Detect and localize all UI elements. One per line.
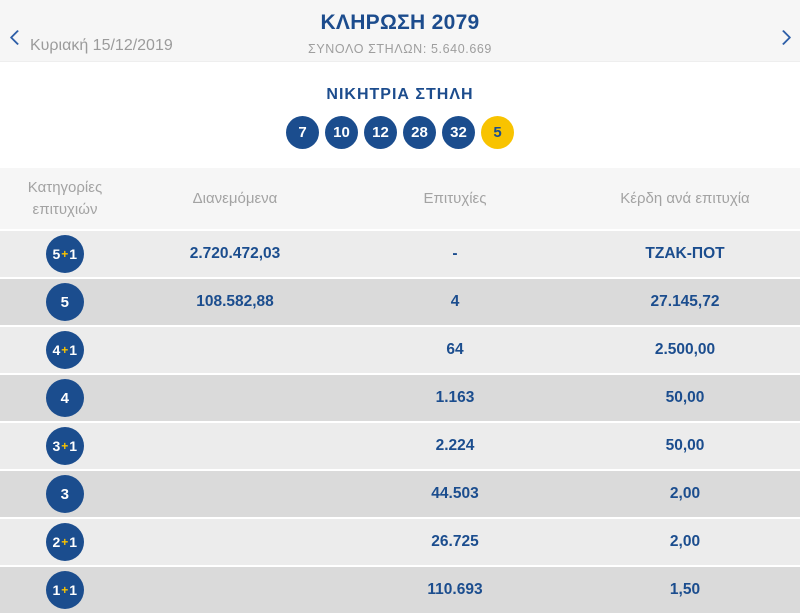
prize-cell: 2,00	[669, 485, 701, 502]
winning-joker-ball: 5	[481, 116, 514, 149]
table-row: 4 +1 64 2.500,00	[0, 327, 800, 373]
category-ball: 5 +1	[46, 235, 84, 273]
draw-title: ΚΛΗΡΩΣΗ 2079	[320, 11, 480, 34]
prize-cell: 2,00	[669, 533, 701, 550]
next-draw-button[interactable]	[770, 24, 796, 50]
category-ball: 2 +1	[46, 523, 84, 561]
category-number: 3	[52, 438, 61, 454]
category-cell: 3	[0, 475, 130, 513]
category-cell: 1 +1	[0, 571, 130, 609]
table-row: 3 +1 2.224 50,00	[0, 423, 800, 469]
winning-column-title: ΝΙΚΗΤΡΙΑ ΣΤΗΛΗ	[326, 86, 474, 103]
winners-cell: 44.503	[431, 485, 479, 502]
winning-numbers: 7 10 12 28 32 5	[0, 116, 800, 149]
plus-sign: +	[61, 439, 69, 453]
winners-cell: 1.163	[435, 389, 475, 406]
winners-cell: 2.224	[435, 437, 475, 454]
category-number: 5	[52, 246, 61, 262]
category-cell: 3 +1	[0, 427, 130, 465]
winners-cell: 64	[446, 341, 464, 358]
category-joker-number: 1	[69, 582, 78, 598]
header-category: Κατηγορίες επιτυχιών	[27, 178, 103, 218]
plus-sign: +	[61, 535, 69, 549]
plus-sign: +	[61, 583, 69, 597]
winners-cell: -	[452, 245, 458, 262]
winning-number-ball: 10	[325, 116, 358, 149]
winners-cell: 110.693	[427, 581, 483, 598]
category-ball: 4 +1	[46, 331, 84, 369]
category-joker-number: 1	[69, 246, 78, 262]
prize-cell: ΤΖΑΚ-ΠΟΤ	[645, 245, 725, 262]
prize-cell: 27.145,72	[650, 293, 720, 310]
category-ball: 3	[46, 475, 84, 513]
draw-header: Κυριακή 15/12/2019 ΚΛΗΡΩΣΗ 2079 ΣΥΝΟΛΟ Σ…	[0, 0, 800, 62]
header-prize: Κέρδη ανά επιτυχία	[620, 189, 750, 207]
winning-number-ball: 12	[364, 116, 397, 149]
results-table: Κατηγορίες επιτυχιών Διανεμόμενα Επιτυχί…	[0, 168, 800, 613]
table-row: 4 1.163 50,00	[0, 375, 800, 421]
results-table-header: Κατηγορίες επιτυχιών Διανεμόμενα Επιτυχί…	[0, 168, 800, 229]
category-number: 4	[52, 342, 61, 358]
category-joker-number: 1	[69, 438, 78, 454]
header-distributed: Διανεμόμενα	[192, 189, 278, 207]
category-cell: 5	[0, 283, 130, 321]
chevron-left-icon	[9, 29, 25, 45]
prize-cell: 2.500,00	[654, 341, 716, 358]
category-cell: 2 +1	[0, 523, 130, 561]
category-joker-number: 1	[69, 342, 78, 358]
prize-cell: 1,50	[669, 581, 701, 598]
table-row: 5 108.582,88 4 27.145,72	[0, 279, 800, 325]
table-row: 5 +1 2.720.472,03 - ΤΖΑΚ-ΠΟΤ	[0, 231, 800, 277]
draw-date: Κυριακή 15/12/2019	[30, 37, 173, 54]
category-number: 2	[52, 534, 61, 550]
category-cell: 4	[0, 379, 130, 417]
category-ball: 5	[46, 283, 84, 321]
distributed-cell: 108.582,88	[196, 293, 274, 310]
results-table-body: 5 +1 2.720.472,03- ΤΖΑΚ-ΠΟΤ 5 108.582,88 4 27.1…	[0, 231, 800, 613]
winning-number-ball: 7	[286, 116, 319, 149]
category-number: 1	[52, 582, 61, 598]
winning-column-section: ΝΙΚΗΤΡΙΑ ΣΤΗΛΗ 7 10 12 28 32 5	[0, 62, 800, 168]
category-cell: 5 +1	[0, 235, 130, 273]
distributed-cell: 2.720.472,03	[189, 245, 281, 262]
prize-cell: 50,00	[665, 389, 705, 406]
category-ball: 1 +1	[46, 571, 84, 609]
previous-draw-button[interactable]	[4, 24, 30, 50]
category-joker-number: 1	[69, 534, 78, 550]
table-row: 1 +1 110.693 1,50	[0, 567, 800, 613]
header-winners: Επιτυχίες	[423, 189, 487, 207]
plus-sign: +	[61, 247, 69, 261]
winners-cell: 4	[450, 293, 460, 310]
category-ball: 4	[46, 379, 84, 417]
table-row: 2 +1 26.725 2,00	[0, 519, 800, 565]
chevron-right-icon	[775, 29, 791, 45]
prize-cell: 50,00	[665, 437, 705, 454]
category-ball: 3 +1	[46, 427, 84, 465]
winners-cell: 26.725	[431, 533, 479, 550]
plus-sign: +	[61, 343, 69, 357]
winning-number-ball: 32	[442, 116, 475, 149]
winning-number-ball: 28	[403, 116, 436, 149]
table-row: 3 44.503 2,00	[0, 471, 800, 517]
category-cell: 4 +1	[0, 331, 130, 369]
